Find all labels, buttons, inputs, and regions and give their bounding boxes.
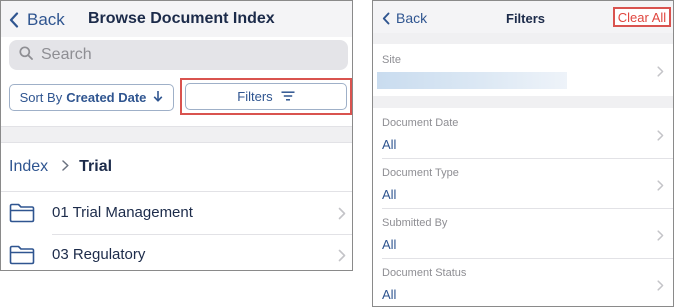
breadcrumb-root-link[interactable]: Index — [9, 158, 48, 176]
chevron-right-icon — [338, 249, 346, 267]
chevron-right-icon — [657, 178, 664, 196]
page-title: Filters — [506, 11, 546, 26]
back-label: Back — [27, 10, 65, 29]
filter-value: All — [382, 237, 397, 252]
back-button[interactable]: Back — [9, 10, 65, 30]
section-divider — [373, 33, 673, 44]
folder-icon — [9, 203, 35, 228]
filter-label: Submitted By — [382, 217, 448, 229]
folder-icon — [9, 245, 35, 270]
filter-label: Site — [382, 54, 401, 66]
filters-button[interactable]: Filters — [185, 83, 347, 110]
folder-row-regulatory[interactable]: 03 Regulatory — [1, 234, 352, 270]
search-icon — [19, 45, 33, 65]
sort-by-button[interactable]: Sort By Created Date — [9, 84, 174, 111]
chevron-right-icon — [338, 207, 346, 225]
chevron-left-icon — [9, 12, 19, 28]
header-bar: Back Browse Document Index — [1, 1, 352, 37]
breadcrumb-current: Trial — [79, 158, 113, 175]
chevron-left-icon — [382, 12, 390, 25]
folder-label: 03 Regulatory — [52, 246, 146, 263]
folder-row-trial-management[interactable]: 01 Trial Management — [1, 192, 352, 234]
clear-all-button[interactable]: Clear All — [613, 7, 671, 27]
folder-label: 01 Trial Management — [52, 204, 193, 221]
filter-row-document-date[interactable]: Document Date All — [373, 108, 673, 158]
filter-label: Document Type — [382, 167, 459, 179]
header-bar: Back Filters Clear All — [373, 1, 673, 33]
filter-label: Document Status — [382, 267, 467, 279]
search-input[interactable] — [41, 46, 321, 64]
back-label: Back — [396, 10, 428, 26]
filter-row-submitted-by[interactable]: Submitted By All — [373, 208, 673, 258]
chevron-right-icon — [657, 278, 664, 296]
chevron-right-icon — [657, 128, 664, 146]
sort-by-prefix: Sort By — [19, 90, 63, 105]
page-title: Browse Document Index — [88, 10, 275, 27]
filters-button-label: Filters — [237, 89, 273, 104]
filter-row-document-type[interactable]: Document Type All — [373, 158, 673, 208]
filters-panel: Back Filters Clear All Site Document Dat… — [372, 0, 674, 307]
breadcrumb: Index Trial — [9, 158, 112, 176]
section-divider — [373, 96, 673, 108]
search-bar[interactable] — [9, 40, 348, 70]
filter-value: All — [382, 137, 397, 152]
section-divider — [1, 126, 352, 143]
filter-lines-icon — [281, 89, 295, 104]
back-button[interactable]: Back — [382, 10, 427, 26]
chevron-right-icon — [657, 228, 664, 246]
filter-label: Document Date — [382, 117, 459, 129]
site-value — [377, 72, 567, 89]
filter-row-document-status[interactable]: Document Status All — [373, 258, 673, 306]
filter-value: All — [382, 287, 397, 302]
arrow-down-icon — [153, 90, 163, 105]
chevron-right-icon — [62, 158, 69, 176]
chevron-right-icon — [657, 64, 664, 82]
filter-value: All — [382, 187, 397, 202]
sort-by-field: Created Date — [66, 90, 147, 105]
browse-document-index-panel: Back Browse Document Index Sort By Creat… — [0, 0, 353, 271]
